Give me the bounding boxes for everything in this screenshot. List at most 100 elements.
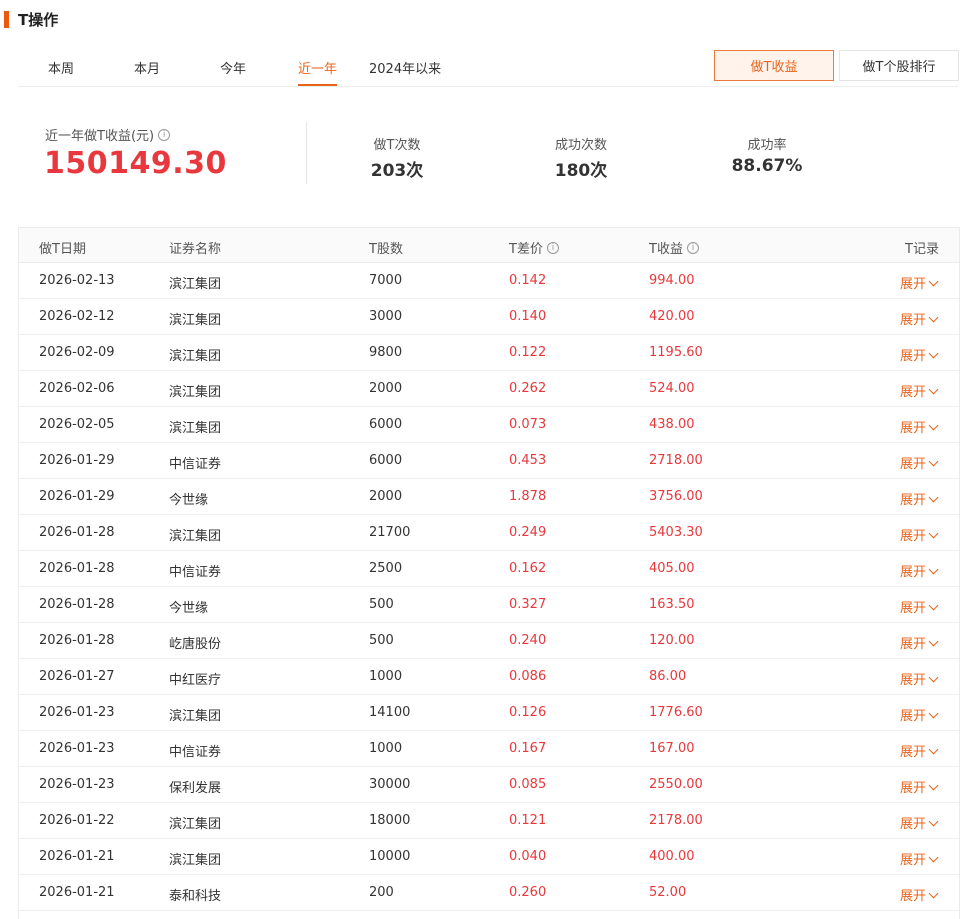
expand-button[interactable]: 展开 — [899, 453, 939, 472]
cell-name[interactable]: 滨江集团 — [169, 309, 221, 328]
cell-income: 405.00 — [649, 561, 695, 576]
cell-date: 2026-02-13 — [39, 273, 115, 288]
expand-button[interactable]: 展开 — [899, 669, 939, 688]
cell-name[interactable]: 滨江集团 — [169, 417, 221, 436]
chevron-down-icon — [928, 384, 939, 395]
table-row: 2026-01-28 滨江集团 21700 0.249 5403.30 展开 — [19, 515, 959, 551]
chevron-down-icon — [928, 564, 939, 575]
cell-diff: 0.122 — [509, 345, 547, 360]
tab-this-year[interactable]: 今年 — [220, 58, 246, 86]
cell-qty: 6000 — [369, 453, 403, 468]
cell-date: 2026-01-29 — [39, 489, 115, 504]
table-header: 做T日期 证券名称 T股数 T差价 i T收益 i T记录 — [19, 228, 959, 263]
expand-label: 展开 — [899, 853, 926, 868]
tab-last-year[interactable]: 近一年 — [298, 58, 338, 86]
expand-button[interactable]: 展开 — [900, 741, 939, 760]
expand-label: 展开 — [899, 349, 926, 364]
expand-label: 展开 — [899, 529, 926, 544]
cell-diff: 1.878 — [509, 489, 547, 504]
header-diff: T差价 i — [509, 238, 559, 257]
cell-name[interactable]: 今世缘 — [169, 597, 208, 616]
t-income-button[interactable]: 做T收益 — [714, 50, 834, 81]
cell-date: 2026-01-21 — [39, 885, 115, 900]
cell-name[interactable]: 滨江集团 — [169, 273, 221, 292]
info-circle-icon[interactable]: i — [158, 128, 171, 141]
expand-label: 展开 — [899, 673, 926, 688]
cell-diff: 0.167 — [509, 741, 547, 756]
stat-success-count: 成功次数 180次 — [540, 134, 622, 181]
cell-diff: 0.240 — [509, 633, 547, 648]
cell-qty: 21700 — [369, 525, 411, 540]
cell-qty: 1000 — [369, 669, 403, 684]
expand-button[interactable]: 展开 — [900, 777, 939, 796]
expand-button[interactable]: 展开 — [900, 813, 939, 832]
summary-divider — [306, 122, 307, 184]
t-ranking-button[interactable]: 做T个股排行 — [839, 50, 959, 81]
table-row: 2026-01-28 中信证券 2500 0.162 405.00 展开 — [19, 551, 959, 587]
cell-qty: 3000 — [369, 309, 403, 324]
expand-label: 展开 — [899, 385, 926, 400]
cell-diff: 0.327 — [509, 597, 547, 612]
expand-button[interactable]: 展开 — [899, 381, 939, 400]
cell-qty: 500 — [369, 633, 394, 648]
cell-income: 994.00 — [649, 273, 695, 288]
cell-name[interactable]: 今世缘 — [169, 489, 208, 508]
table-row: 2026-01-27 中红医疗 1000 0.086 86.00 展开 — [19, 659, 959, 695]
expand-button[interactable]: 展开 — [900, 885, 939, 904]
expand-button[interactable]: 展开 — [899, 705, 939, 724]
expand-label: 展开 — [899, 421, 926, 436]
cell-income: 2178.00 — [649, 813, 703, 828]
table-row: 2026-02-13 滨江集团 7000 0.142 994.00 展开 — [19, 263, 959, 299]
expand-label: 展开 — [899, 565, 926, 580]
expand-button[interactable]: 展开 — [899, 561, 939, 580]
chevron-down-icon — [928, 276, 939, 287]
cell-income: 5403.30 — [649, 525, 703, 540]
expand-button[interactable]: 展开 — [899, 345, 939, 364]
cell-name[interactable]: 中红医疗 — [169, 669, 221, 688]
cell-name[interactable]: 中信证券 — [169, 741, 221, 760]
info-circle-icon[interactable]: i — [686, 241, 699, 254]
expand-label: 展开 — [899, 457, 926, 472]
cell-name[interactable]: 滨江集团 — [169, 381, 221, 400]
expand-label: 展开 — [899, 601, 926, 616]
expand-button[interactable]: 展开 — [899, 849, 939, 868]
tab-since-2024[interactable]: 2024年以来 — [369, 58, 441, 86]
tab-this-month[interactable]: 本月 — [134, 58, 160, 86]
table-row: 2026-01-29 中信证券 6000 0.453 2718.00 展开 — [19, 443, 959, 479]
expand-button[interactable]: 展开 — [900, 489, 939, 508]
expand-button[interactable]: 展开 — [900, 273, 939, 292]
cell-date: 2026-02-09 — [39, 345, 115, 360]
cell-income: 524.00 — [649, 381, 695, 396]
tab-this-week[interactable]: 本周 — [48, 58, 74, 86]
table-body: 2026-02-13 滨江集团 7000 0.142 994.00 展开 202… — [19, 263, 959, 911]
cell-date: 2026-01-23 — [39, 741, 115, 756]
cell-name[interactable]: 滨江集团 — [169, 849, 221, 868]
table-row: 2026-01-28 今世缘 500 0.327 163.50 展开 — [19, 587, 959, 623]
cell-name[interactable]: 泰和科技 — [169, 885, 221, 904]
chevron-down-icon — [928, 456, 939, 467]
chevron-down-icon — [928, 780, 939, 791]
cell-diff: 0.040 — [509, 849, 547, 864]
stat-value: 88.67% — [731, 156, 803, 176]
expand-button[interactable]: 展开 — [899, 597, 939, 616]
expand-button[interactable]: 展开 — [900, 309, 939, 328]
cell-qty: 6000 — [369, 417, 403, 432]
cell-name[interactable]: 滨江集团 — [169, 345, 221, 364]
cell-name[interactable]: 屹唐股份 — [169, 633, 221, 652]
cell-income: 120.00 — [649, 633, 695, 648]
info-circle-icon[interactable]: i — [546, 241, 559, 254]
expand-button[interactable]: 展开 — [899, 417, 939, 436]
expand-button[interactable]: 展开 — [900, 633, 939, 652]
expand-button[interactable]: 展开 — [899, 525, 939, 544]
cell-name[interactable]: 滨江集团 — [169, 813, 221, 832]
cell-name[interactable]: 中信证券 — [169, 561, 221, 580]
cell-qty: 1000 — [369, 741, 403, 756]
expand-label: 展开 — [899, 709, 926, 724]
cell-name[interactable]: 中信证券 — [169, 453, 221, 472]
cell-name[interactable]: 滨江集团 — [169, 705, 221, 724]
cell-name[interactable]: 滨江集团 — [169, 525, 221, 544]
summary-label: 近一年做T收益(元) i — [45, 125, 171, 144]
chevron-down-icon — [928, 852, 939, 863]
cell-date: 2026-01-28 — [39, 561, 115, 576]
cell-name[interactable]: 保利发展 — [169, 777, 221, 796]
